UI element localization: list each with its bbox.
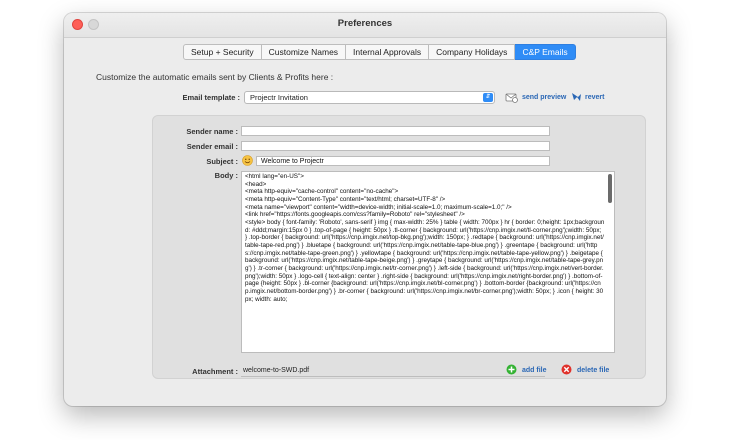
delete-file-icon[interactable] (561, 364, 572, 375)
body-label: Body : (214, 171, 238, 180)
sender-name-field[interactable] (241, 126, 550, 136)
intro-text: Customize the automatic emails sent by C… (96, 72, 334, 82)
sender-name-label: Sender name : (186, 127, 238, 136)
delete-file-link[interactable]: delete file (577, 367, 609, 374)
tab-internal-approvals[interactable]: Internal Approvals (346, 44, 430, 60)
send-preview-icon[interactable] (505, 92, 518, 103)
tab-customize-names[interactable]: Customize Names (261, 44, 347, 60)
email-template-value: Projectr Invitation (250, 93, 308, 102)
attachment-label: Attachment : (192, 367, 238, 376)
sender-email-field[interactable] (241, 141, 550, 151)
window-title: Preferences (337, 18, 393, 29)
subject-label: Subject : (206, 157, 238, 166)
send-preview-link[interactable]: send preview (522, 94, 566, 101)
preferences-tabs: Setup + Security Customize Names Interna… (183, 44, 576, 60)
revert-link[interactable]: revert (585, 94, 604, 101)
add-file-icon[interactable] (506, 364, 517, 375)
add-file-link[interactable]: add file (522, 367, 547, 374)
attachment-underline (241, 376, 545, 377)
tab-setup-security[interactable]: Setup + Security (183, 44, 262, 60)
subject-value: Welcome to Projectr (261, 158, 324, 165)
body-scrollbar[interactable] (608, 174, 612, 203)
emoji-icon[interactable] (242, 155, 253, 166)
email-template-select[interactable]: Projectr Invitation ⇵ (244, 91, 495, 104)
chevron-updown-icon: ⇵ (483, 93, 493, 102)
subject-field[interactable]: Welcome to Projectr (256, 156, 550, 166)
sender-email-label: Sender email : (186, 142, 238, 151)
title-bar: Preferences (64, 13, 666, 38)
preferences-window: Preferences Setup + Security Customize N… (64, 13, 666, 406)
attachment-value: welcome-to-SWD.pdf (243, 367, 310, 374)
tab-company-holidays[interactable]: Company Holidays (429, 44, 516, 60)
email-template-label: Email template : (182, 93, 240, 102)
body-text: <html lang="en-US"> <head> <meta http-eq… (245, 173, 605, 303)
tab-cp-emails[interactable]: C&P Emails (515, 44, 576, 60)
revert-icon[interactable] (571, 91, 582, 103)
body-textarea[interactable]: <html lang="en-US"> <head> <meta http-eq… (241, 171, 615, 353)
